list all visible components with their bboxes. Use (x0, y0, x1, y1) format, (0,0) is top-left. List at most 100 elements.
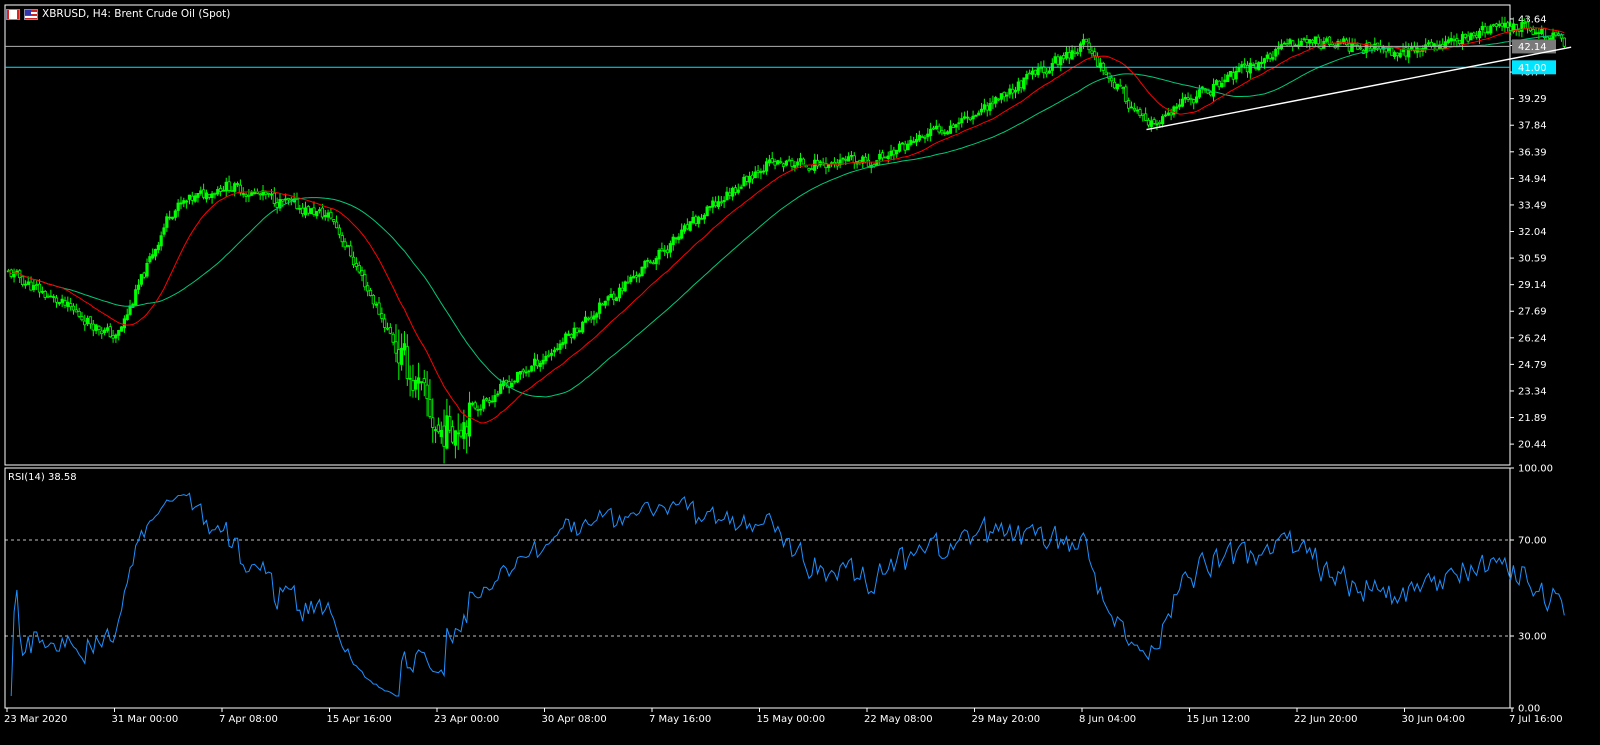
candle-body (400, 347, 404, 365)
candle-body (1251, 64, 1255, 67)
candle-body (920, 136, 924, 138)
chart-window[interactable]: XBRUSD, H4: Brent Crude Oil (Spot) 43.64… (0, 0, 1600, 745)
price-tick-label: 21.89 (1518, 413, 1547, 424)
candle-body (139, 274, 143, 285)
candle-body (1274, 48, 1278, 57)
candle-body (549, 352, 554, 356)
candle-body (1506, 22, 1510, 28)
candle-body (1110, 77, 1114, 82)
candle-body (156, 244, 160, 251)
candle-body (230, 190, 234, 192)
candle-body (1554, 31, 1558, 36)
candle-body (445, 415, 449, 449)
candle-body (790, 160, 794, 167)
candle-body (1118, 84, 1122, 87)
candle-body (1523, 22, 1527, 24)
candle-body (1008, 88, 1012, 95)
candle-body (1141, 113, 1145, 116)
candle-body (912, 141, 916, 143)
candle-body (810, 168, 814, 171)
candle-body (510, 382, 514, 388)
candle-body (43, 291, 47, 298)
candle-body (677, 236, 681, 240)
candle-body (1486, 31, 1490, 34)
candle-body (284, 198, 288, 201)
candle-body (218, 188, 223, 192)
candle-body (411, 380, 415, 391)
candle-body (592, 315, 596, 320)
candle-body (459, 429, 463, 437)
candle-body (91, 323, 95, 331)
candle-body (496, 393, 500, 396)
candle-body (1135, 109, 1139, 112)
candle-body (1492, 24, 1496, 27)
candle-body (674, 237, 678, 240)
candle-body (1514, 24, 1518, 31)
candle-body (903, 143, 907, 151)
candle-body (394, 341, 398, 354)
candle-body (538, 362, 542, 368)
candle-body (490, 400, 494, 403)
candle-body (753, 171, 757, 179)
candle-body (233, 183, 237, 192)
candle-body (332, 219, 336, 222)
candle-body (1163, 114, 1168, 117)
candle-body (1231, 72, 1235, 80)
candle-body (764, 161, 769, 172)
candle-body (1395, 52, 1400, 57)
candle-body (1308, 39, 1312, 44)
candle-body (1407, 48, 1411, 58)
candle-body (210, 193, 214, 199)
candle-body (575, 327, 579, 333)
candle-body (86, 317, 90, 325)
candle-body (1347, 43, 1351, 52)
candle-body (518, 371, 523, 375)
candle-body (298, 208, 302, 210)
candle-body (1172, 106, 1176, 115)
candle-body (629, 276, 633, 283)
candle-body (1211, 84, 1216, 97)
candle-body (391, 333, 395, 343)
candle-body (968, 117, 972, 121)
ma-slow-line (8, 34, 1565, 398)
time-tick-label: 31 Mar 00:00 (112, 714, 179, 725)
candle-body (153, 248, 158, 257)
candle-body (1503, 22, 1507, 28)
candle-body (849, 155, 854, 157)
candle-body (326, 212, 330, 218)
candle-body (940, 130, 944, 134)
candle-body (462, 422, 466, 439)
candle-body (329, 211, 333, 219)
candle-body (759, 171, 763, 173)
candle-body (1271, 57, 1275, 60)
candle-body (646, 259, 650, 262)
candle-body (108, 326, 112, 338)
candle-body (145, 263, 149, 277)
candle-body (1248, 62, 1252, 74)
candle-body (173, 210, 177, 218)
candle-body (63, 300, 67, 306)
time-tick-label: 22 Jun 20:00 (1294, 714, 1358, 725)
candle-body (603, 300, 607, 306)
candle-body (165, 216, 169, 228)
candle-body (428, 398, 432, 417)
candle-body (289, 198, 293, 201)
candle-body (880, 152, 885, 159)
candle-body (1129, 106, 1134, 109)
candle-body (914, 139, 919, 143)
candle-body (1226, 74, 1230, 83)
candle-body (934, 125, 938, 130)
candle-body (315, 211, 319, 217)
candle-body (626, 281, 630, 284)
candle-body (122, 318, 127, 329)
rsi-tick-label: 100.00 (1518, 464, 1553, 475)
trend-line[interactable] (1146, 46, 1572, 131)
candle-body (736, 189, 740, 193)
candle-body (640, 266, 644, 277)
candle-body (923, 136, 927, 139)
candle-body (1093, 51, 1097, 57)
candle-body (148, 256, 152, 263)
candle-body (634, 275, 639, 278)
chart-canvas[interactable]: 43.6442.1940.7439.2937.8436.3934.9433.49… (0, 0, 1600, 745)
candle-body (929, 128, 933, 136)
